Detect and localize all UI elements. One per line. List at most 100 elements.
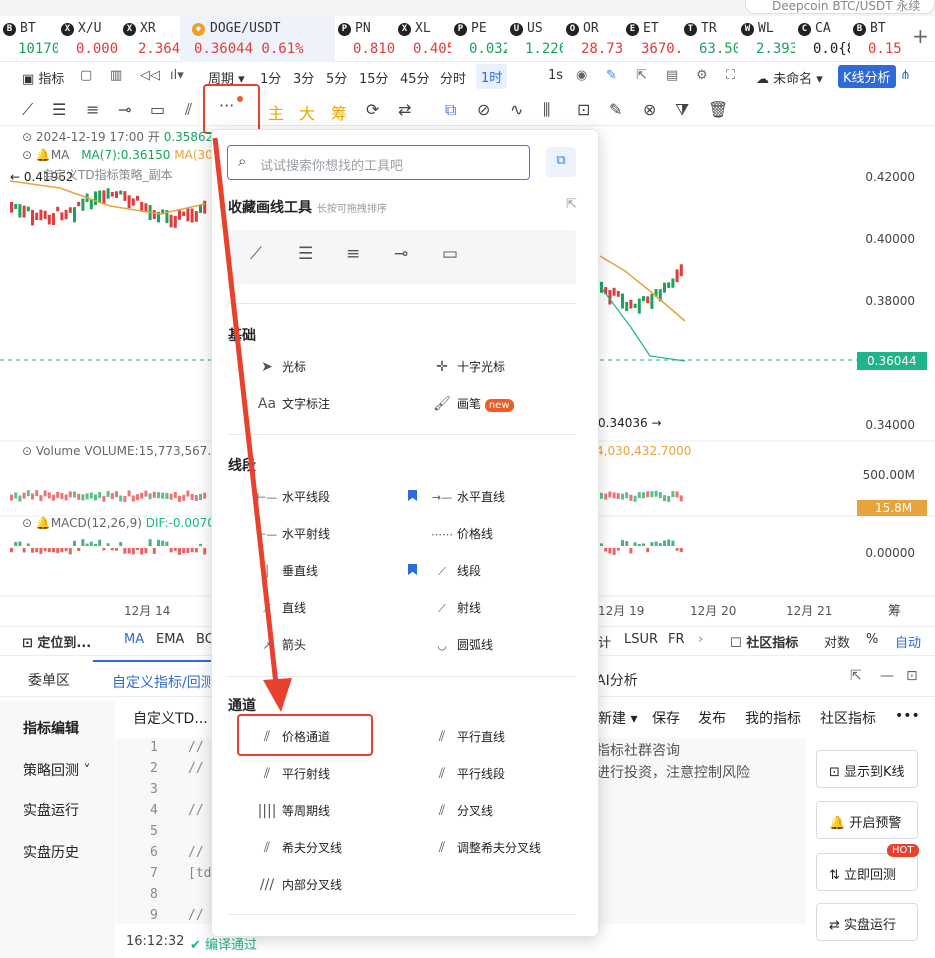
show-on-kline-button[interactable]: ⊡ 显示到K线 — [816, 750, 918, 788]
auto-scale[interactable]: 自动 — [895, 632, 921, 651]
symbol-tab[interactable]: X XL 0.405 — [395, 16, 451, 62]
channel-tool-item[interactable]: ⫽ 平行直线 — [431, 728, 505, 745]
copy-tools-icon[interactable]: ⧉ — [546, 147, 576, 177]
zoom-button[interactable]: 筹 — [888, 600, 901, 619]
line-tool-item[interactable]: ⟋ 直线 — [256, 599, 306, 616]
fav-hline-icon[interactable]: ⊸ — [394, 244, 408, 264]
line-tool-item[interactable]: →— 水平直线 — [431, 488, 505, 505]
symbol-tab[interactable]: W WL 2.393 — [738, 16, 795, 62]
symbol-tab[interactable]: ◆ DOGE/USDT 0.36044 0.61% — [180, 16, 335, 62]
minimize-icon[interactable]: — — [880, 668, 894, 684]
bookmark-icon[interactable] — [408, 564, 417, 575]
copy-icon[interactable]: ⧉ — [445, 100, 456, 120]
new-button[interactable]: 新建 ▾ — [598, 708, 637, 728]
tool-cursor[interactable]: ➤ 光标 — [256, 358, 306, 375]
line-tool-item[interactable]: ⟋ 线段 — [431, 562, 481, 579]
filter-icon[interactable]: ⧩ — [675, 100, 689, 120]
publish-button[interactable]: 发布 — [698, 708, 726, 728]
camera-icon[interactable]: ◉ — [576, 68, 587, 83]
line-tool-item[interactable]: ⟋ 射线 — [431, 599, 481, 616]
trend-line-icon[interactable]: ⟋ — [22, 100, 33, 120]
channel-tool-item[interactable]: ⫽ 希夫分叉线 — [256, 839, 342, 856]
line-tool-item[interactable]: ◡ 圆弧线 — [431, 636, 493, 653]
symbol-tab[interactable]: X XR 2.364 — [120, 16, 180, 62]
lock-icon[interactable]: ⊡ — [577, 100, 590, 119]
file-name[interactable]: 自定义TD... — [133, 708, 208, 728]
big-order-button[interactable]: 大 — [299, 100, 315, 124]
fav-rect-icon[interactable]: ▭ — [442, 244, 458, 264]
main-force-button[interactable]: 主 — [268, 100, 284, 124]
ji-indicator[interactable]: 计 — [598, 632, 611, 651]
community-indicators-button[interactable]: 社区指标 — [820, 708, 876, 728]
ema-indicator[interactable]: EMA — [156, 632, 184, 647]
add-tab-icon[interactable]: + — [912, 24, 929, 48]
cloud-layout-dropdown[interactable]: ☁ 未命名 ▾ — [756, 68, 823, 87]
fr-indicator[interactable]: FR — [668, 632, 685, 647]
sidebar-item-history[interactable]: 实盘历史 — [23, 842, 79, 862]
edit-favorites-icon[interactable]: ⇱ — [566, 197, 577, 212]
table-icon[interactable]: ▤ — [666, 68, 678, 83]
channel-tool-item[interactable]: ⫽ 调整希夫分叉线 — [431, 839, 541, 856]
replay-icon[interactable]: ◁◁ — [140, 68, 160, 83]
my-indicators-button[interactable]: 我的指标 — [745, 708, 801, 728]
locate-button[interactable]: ⊡ 定位到... — [22, 632, 91, 651]
percent-scale[interactable]: % — [866, 632, 878, 647]
channel-tool-item[interactable]: ⫽ 分叉线 — [431, 802, 493, 819]
fav-fib-icon[interactable]: ≡ — [346, 244, 360, 264]
live-run-button[interactable]: ⇄ 实盘运行 — [816, 903, 918, 941]
period-timeline[interactable]: 分时 — [440, 68, 466, 87]
sidebar-item-live[interactable]: 实盘运行 — [23, 800, 79, 820]
tool-brush[interactable]: 🖌 画笔 new — [431, 395, 514, 412]
symbol-tab[interactable]: U US 1.226 — [507, 16, 563, 62]
line-tool-item[interactable]: ⊢— 水平射线 — [256, 525, 330, 542]
channel-tool-item[interactable]: |||| 等周期线 — [256, 802, 330, 819]
global-search-chip[interactable]: Deepcoin BTC/USDT 永续 — [745, 0, 935, 14]
more-icon[interactable]: ••• — [895, 708, 920, 724]
horizontal-line-icon[interactable]: ⊸ — [118, 100, 131, 119]
ruler-icon[interactable]: ⊘ — [477, 100, 490, 119]
lsur-indicator[interactable]: LSUR — [624, 632, 658, 647]
fav-parallel-icon[interactable]: ☰ — [298, 244, 313, 264]
backtest-now-button[interactable]: ⇅ 立即回测 — [816, 853, 918, 891]
channel-tool-item[interactable]: /// 内部分叉线 — [256, 876, 342, 893]
share-icon[interactable]: ⋔ — [900, 68, 911, 83]
community-indicator-button[interactable]: ☐ 社区指标 — [730, 632, 798, 651]
symbol-tab[interactable]: P PE 0.032 — [451, 16, 507, 62]
chart-type-icon[interactable]: ıl▾ — [170, 68, 184, 83]
enable-alert-button[interactable]: 🔔 开启预警 — [816, 801, 918, 839]
period-3m[interactable]: 3分 — [293, 68, 314, 87]
chevron-right-icon[interactable]: › — [698, 632, 703, 647]
parallel-lines-icon[interactable]: ☰ — [52, 100, 66, 119]
period-1m[interactable]: 1分 — [260, 68, 281, 87]
calendar-icon[interactable]: ▢ — [80, 68, 92, 83]
trash-icon[interactable]: 🗑 — [708, 100, 728, 119]
symbol-tab[interactable]: T TR 63.50 — [681, 16, 738, 62]
symbol-tab[interactable]: X X/U 0.000 — [58, 16, 120, 62]
settings-icon[interactable]: ⚙ — [696, 68, 708, 83]
log-scale[interactable]: 对数 — [824, 632, 850, 651]
sidebar-item-backtest[interactable]: 策略回测 ˅ — [23, 760, 90, 780]
second-mode[interactable]: 1s — [548, 68, 563, 83]
channel-tool-item[interactable]: ⫽ 平行线段 — [431, 765, 505, 782]
symbol-tab[interactable]: E ET 3670. — [623, 16, 681, 62]
symbol-tab[interactable]: B BT 0.159 — [850, 16, 902, 62]
line-tool-item[interactable]: ⊢— 水平线段 — [256, 488, 330, 505]
tool-crosshair[interactable]: ✛ 十字光标 — [431, 358, 505, 375]
kline-analysis-button[interactable]: K线分析 — [838, 65, 896, 88]
layout-icon[interactable]: ▥ — [110, 68, 122, 83]
sidebar-item-indicator-edit[interactable]: 指标编辑 — [23, 718, 79, 738]
line-tool-item[interactable]: │ 垂直线 — [256, 562, 318, 579]
ma-indicator[interactable]: MA — [124, 632, 144, 647]
rectangle-icon[interactable]: ▭ — [150, 100, 165, 119]
period-45m[interactable]: 45分 — [400, 68, 430, 87]
compare-icon[interactable]: ⇄ — [398, 100, 411, 119]
clear-lines-icon[interactable]: ⫽ — [185, 100, 192, 120]
tab-orders[interactable]: 委单区 — [28, 670, 70, 690]
note-icon[interactable]: ✎ — [609, 100, 622, 119]
refresh-icon[interactable]: ⟳ — [366, 100, 379, 119]
candle-icon[interactable]: ⫼ — [543, 100, 550, 120]
tab-custom-indicator[interactable]: 自定义指标/回测 — [93, 660, 213, 696]
symbol-tab[interactable]: P PN 0.810 — [335, 16, 395, 62]
indicator-button[interactable]: ▣ 指标 — [22, 68, 64, 87]
symbol-tab[interactable]: C CA 0.0{8} — [795, 16, 850, 62]
